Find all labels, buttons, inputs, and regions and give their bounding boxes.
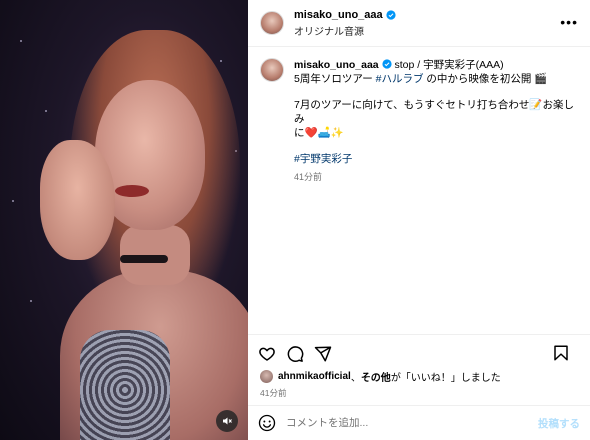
lips (115, 185, 149, 197)
comment-bar: 投稿する (248, 405, 590, 440)
film-emoji: 🎬 (534, 73, 548, 85)
choker (120, 255, 168, 263)
caption-paragraph-line-2: に❤️🛋️✨ (294, 126, 580, 140)
caption-hashtags: #宇野実彩子 (294, 152, 580, 166)
liker-avatar[interactable] (260, 370, 273, 383)
caption-title: stop / 宇野実彩子(AAA) (394, 59, 504, 71)
heart-icon (259, 347, 275, 361)
caption: misako_uno_aaa stop / 宇野実彩子(AAA) 5周年ソロツア… (260, 58, 580, 184)
post-video[interactable] (0, 0, 248, 440)
caption-body: misako_uno_aaa stop / 宇野実彩子(AAA) 5周年ソロツア… (294, 58, 580, 184)
audio-link[interactable]: オリジナル音源 (294, 23, 396, 38)
post-comment-button[interactable]: 投稿する (538, 416, 580, 431)
verified-badge-icon (381, 59, 392, 69)
sparkle (20, 40, 22, 42)
header-names: misako_uno_aaa オリジナル音源 (294, 9, 396, 38)
post-timestamp: 41分前 (260, 388, 287, 398)
sparkle (12, 200, 14, 202)
emoji-icon (258, 414, 276, 432)
mute-button[interactable] (216, 410, 238, 432)
action-bar (248, 334, 590, 364)
header-username: misako_uno_aaa (294, 9, 396, 21)
post-header: misako_uno_aaa オリジナル音源 ••• (248, 0, 590, 47)
like-button[interactable] (258, 345, 276, 363)
caption-text: 7月のツアーに向けて、もうすぐセトリ打ち合わせ (294, 99, 530, 111)
likes-separator: 、 (350, 373, 361, 384)
caption-line-1: misako_uno_aaa stop / 宇野実彩子(AAA) (294, 58, 580, 72)
more-icon: ••• (560, 14, 578, 30)
sparkle (30, 300, 32, 302)
sequin-top (80, 330, 170, 440)
username-link[interactable]: misako_uno_aaa (294, 9, 383, 21)
sparkle (220, 60, 222, 62)
caption-text: の中から映像を初公開 (426, 73, 532, 85)
comment-icon (287, 345, 304, 362)
comment-button[interactable] (286, 345, 304, 363)
share-icon (314, 346, 332, 361)
caption-text: 5周年ソロツアー (294, 73, 373, 85)
avatar[interactable] (260, 58, 284, 82)
more-options-button[interactable]: ••• (560, 14, 578, 30)
verified-badge-icon (386, 9, 396, 20)
hand (40, 140, 115, 260)
emoji-group: ❤️🛋️✨ (304, 127, 344, 139)
likes-summary: ahnmikaofficial 、 その他 が「いいね！」しました (260, 369, 501, 384)
caption-paragraph: 7月のツアーに向けて、もうすぐセトリ打ち合わせ📝お楽しみ (294, 98, 580, 126)
sparkle (45, 110, 47, 112)
post-detail-panel: misako_uno_aaa オリジナル音源 ••• misako_uno_aa… (248, 0, 590, 440)
caption-time: 41分前 (294, 172, 323, 182)
comment-input[interactable] (286, 417, 538, 429)
mute-icon (223, 417, 232, 425)
hashtag-link[interactable]: #宇野実彩子 (294, 153, 352, 165)
avatar[interactable] (260, 11, 284, 35)
likes-others-link[interactable]: その他 (361, 369, 391, 384)
caption-text: に (294, 127, 305, 139)
memo-emoji: 📝 (529, 99, 543, 111)
likes-suffix: が「いいね！」しました (390, 373, 501, 384)
hashtag-link[interactable]: #ハルラブ (376, 73, 424, 85)
share-button[interactable] (314, 345, 332, 363)
caption-username[interactable]: misako_uno_aaa (294, 59, 379, 71)
liker-username[interactable]: ahnmikaofficial (278, 371, 351, 382)
caption-line-2: 5周年ソロツアー #ハルラブ の中から映像を初公開 🎬 (294, 72, 580, 86)
bookmark-icon (554, 345, 568, 361)
emoji-button[interactable] (258, 414, 276, 432)
save-button[interactable] (552, 344, 570, 362)
